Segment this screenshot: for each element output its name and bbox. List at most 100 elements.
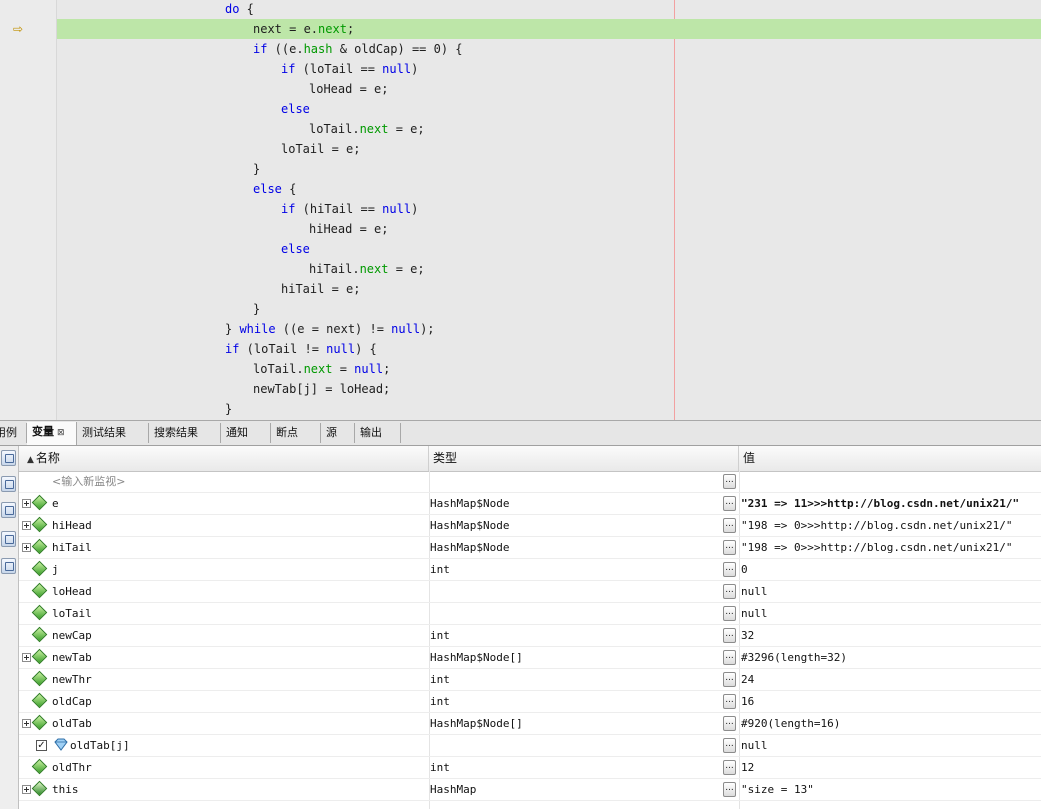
tab-3[interactable]: 搜索结果 [149,423,221,443]
value-edit-button[interactable]: ... [723,628,736,643]
tab-4[interactable]: 通知 [221,423,271,443]
tab-5[interactable]: 断点 [271,423,321,443]
code-line[interactable]: else [57,239,1041,259]
tab-6[interactable]: 源 [321,423,355,443]
value-edit-button[interactable]: ... [723,760,736,775]
variable-value[interactable]: "size = 13" [741,779,1039,801]
variable-row[interactable]: newTab HashMap$Node[]... #3296(length=32) [19,647,1041,669]
variable-value[interactable]: 32 [741,625,1039,647]
variable-value[interactable]: #3296(length=32) [741,647,1039,669]
new-watch-icon[interactable] [1,450,16,466]
code-line[interactable]: loTail = e; [57,139,1041,159]
code-area[interactable]: do {next = e.next; if ((e.hash & oldCap) … [57,0,1041,420]
code-line[interactable]: else [57,99,1041,119]
tab-0[interactable]: 用例 [0,423,27,443]
code-line[interactable]: loTail.next = null; [57,359,1041,379]
code-line-text: } [225,399,232,419]
value-edit-button[interactable]: ... [723,606,736,621]
expand-toggle-icon[interactable] [22,543,31,552]
value-edit-button[interactable]: ... [723,496,736,511]
watch-checkbox[interactable]: ✓ [36,740,47,751]
variable-value[interactable]: null [741,735,1039,757]
variable-row[interactable]: newCap int... 32 [19,625,1041,647]
tab-close-icon[interactable]: ⊠ [57,428,65,438]
code-line[interactable]: } while ((e = next) != null); [57,319,1041,339]
code-token: } [253,162,261,176]
code-line[interactable]: loTail.next = e; [57,119,1041,139]
variable-value[interactable]: #920(length=16) [741,713,1039,735]
show-inherited-icon[interactable] [1,502,16,518]
variable-row[interactable]: oldThr int... 12 [19,757,1041,779]
variable-row[interactable]: this HashMap... "size = 13" [19,779,1041,801]
line-number [0,99,24,119]
variable-row[interactable]: j int... 0 [19,559,1041,581]
name-column-header[interactable]: ▲ 名称 [19,446,429,471]
variable-row[interactable]: loTail... null [19,603,1041,625]
value-edit-button[interactable]: ... [723,518,736,533]
tab-7[interactable]: 输出 [355,423,401,443]
variable-value[interactable]: 24 [741,669,1039,691]
variables-panel: ▲ 名称 类型 值 <输入新监视> ... e HashMap$Node... "23… [19,446,1041,809]
code-line[interactable]: hiHead = e; [57,219,1041,239]
code-line[interactable]: } [57,159,1041,179]
variable-row[interactable]: oldTab HashMap$Node[]... #920(length=16) [19,713,1041,735]
code-line[interactable]: else { [57,179,1041,199]
code-line[interactable]: next = e.next; [57,19,1041,39]
fold-strip[interactable] [32,0,57,420]
code-editor[interactable]: do {next = e.next; if ((e.hash & oldCap) … [0,0,1041,420]
expand-toggle-icon[interactable] [22,719,31,728]
variable-value[interactable]: "231 => 11>>>http://blog.csdn.net/unix21… [741,493,1039,515]
code-line[interactable]: if (hiTail == null) [57,199,1041,219]
value-edit-button[interactable]: ... [723,584,736,599]
new-watch-row[interactable]: <输入新监视> ... [19,471,1041,493]
code-token: null [326,342,356,356]
value-edit-button[interactable]: ... [723,540,736,555]
variable-row[interactable]: e HashMap$Node... "231 => 11>>>http://blog… [19,493,1041,515]
variable-row[interactable]: ✓ oldTab[j]... null [19,735,1041,757]
variable-value[interactable]: 0 [741,559,1039,581]
filter-icon[interactable] [1,531,16,547]
variable-row[interactable]: newThr int... 24 [19,669,1041,691]
variable-value[interactable]: null [741,581,1039,603]
variable-value[interactable]: "198 => 0>>>http://blog.csdn.net/unix21/… [741,537,1039,559]
code-line[interactable]: if (loTail != null) { [57,339,1041,359]
value-edit-button[interactable]: ... [723,738,736,753]
value-column-header[interactable]: 值 [739,446,1041,471]
value-edit-button[interactable]: ... [723,672,736,687]
column-settings-icon[interactable] [1,558,16,574]
expand-toggle-icon[interactable] [22,785,31,794]
variable-value[interactable]: "198 => 0>>>http://blog.csdn.net/unix21/… [741,515,1039,537]
value-edit-button[interactable]: ... [723,716,736,731]
code-line[interactable]: hiTail.next = e; [57,259,1041,279]
variable-value[interactable]: 12 [741,757,1039,779]
expand-toggle-icon[interactable] [22,653,31,662]
value-edit-button[interactable]: ... [723,782,736,797]
code-line[interactable]: } [57,399,1041,419]
expand-toggle-icon[interactable] [22,499,31,508]
value-edit-button[interactable]: ... [723,562,736,577]
new-watch-edit-button[interactable]: ... [723,474,736,489]
value-edit-button[interactable]: ... [723,650,736,665]
code-line-text: if (hiTail == null) [281,199,418,219]
show-static-icon[interactable] [1,476,16,492]
code-line[interactable]: } [57,299,1041,319]
variable-row[interactable]: loHead... null [19,581,1041,603]
code-line[interactable]: loHead = e; [57,79,1041,99]
variable-row[interactable]: hiHead HashMap$Node... "198 => 0>>>http://… [19,515,1041,537]
code-line[interactable]: newTab[j] = loHead; [57,379,1041,399]
value-edit-button[interactable]: ... [723,694,736,709]
variable-value[interactable]: 16 [741,691,1039,713]
new-watch-input[interactable]: <输入新监视> [52,471,125,493]
code-line[interactable]: if ((e.hash & oldCap) == 0) { [57,39,1041,59]
code-line[interactable]: do { [57,0,1041,19]
type-column-header[interactable]: 类型 [429,446,739,471]
variable-row[interactable]: oldCap int... 16 [19,691,1041,713]
tab-1[interactable]: 变量 ⊠ [27,422,77,445]
variable-value[interactable]: null [741,603,1039,625]
variable-name: oldThr [52,761,92,774]
code-line[interactable]: if (loTail == null) [57,59,1041,79]
code-line[interactable]: hiTail = e; [57,279,1041,299]
expand-toggle-icon[interactable] [22,521,31,530]
variable-row[interactable]: hiTail HashMap$Node... "198 => 0>>>http://… [19,537,1041,559]
tab-2[interactable]: 测试结果 [77,423,149,443]
